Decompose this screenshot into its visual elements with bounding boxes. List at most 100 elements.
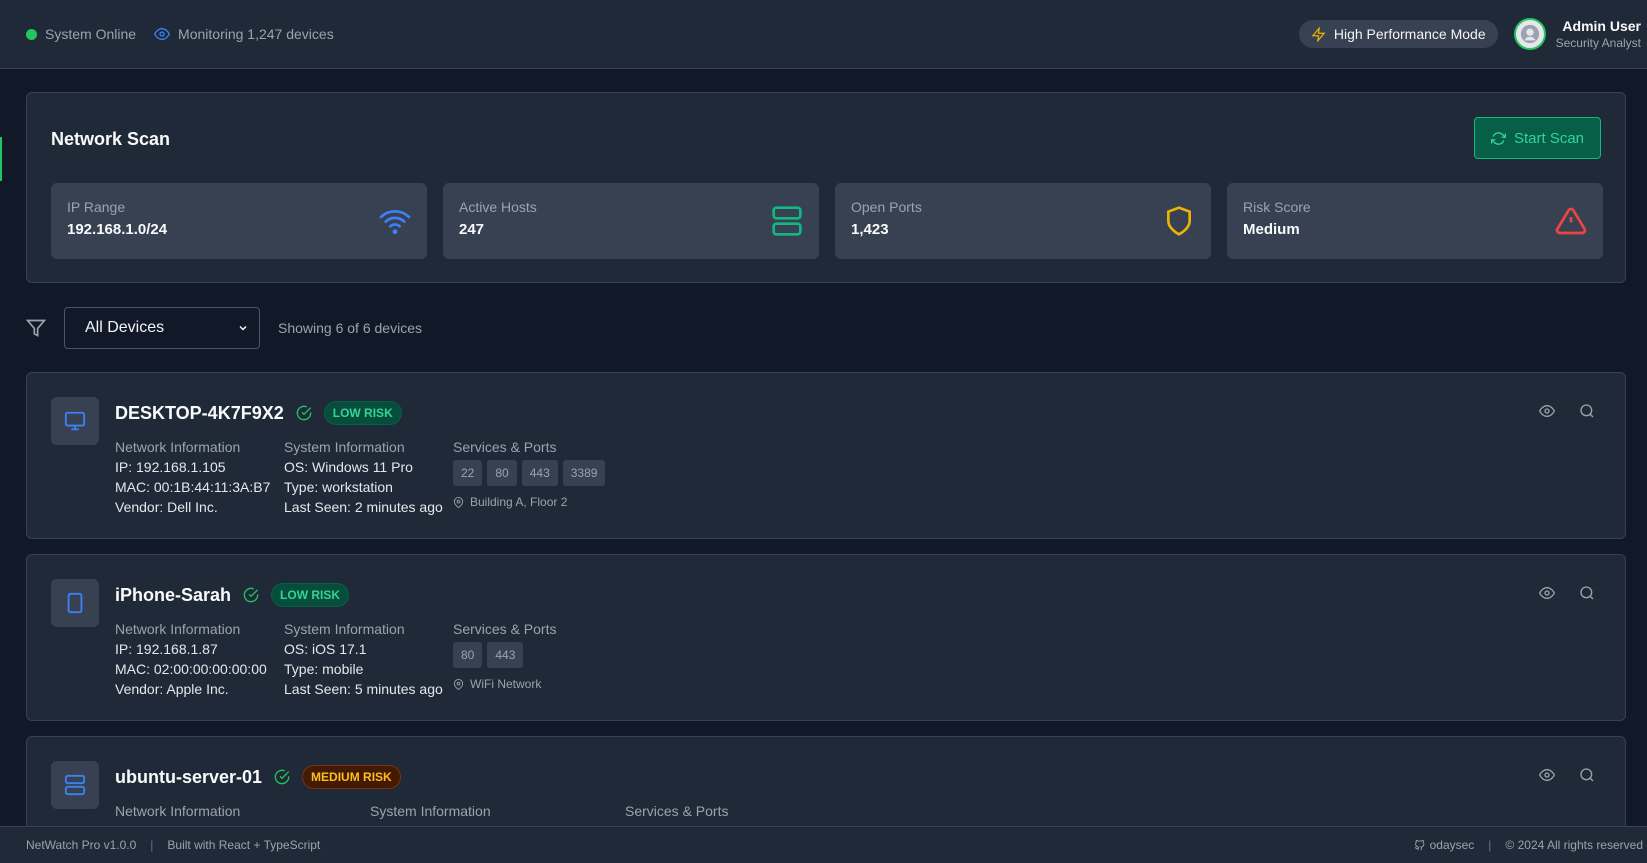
online-dot-icon (26, 28, 37, 40)
search-icon[interactable] (1579, 585, 1595, 601)
device-actions (1539, 585, 1595, 601)
device-filter-select[interactable]: All Devices (64, 307, 260, 349)
location-label: WiFi Network (470, 677, 542, 691)
last-seen: Last Seen: 2 minutes ago (284, 499, 443, 515)
services-info: Services & Ports 22 80 443 3389 Building… (453, 437, 606, 512)
port-tag: 443 (521, 460, 558, 486)
section-title: System Information (284, 439, 405, 455)
view-eye-icon[interactable] (1539, 403, 1555, 419)
refresh-icon (1490, 131, 1506, 145)
system-info: System Information OS: iOS 17.1 Type: mo… (284, 619, 443, 699)
device-actions (1539, 403, 1595, 419)
user-role: Security Analyst (1555, 36, 1641, 50)
device-name: ubuntu-server-01 (115, 766, 263, 787)
section-title: Services & Ports (625, 803, 729, 819)
risk-badge: LOW RISK (271, 583, 350, 607)
start-scan-button[interactable]: Start Scan (1474, 117, 1601, 159)
system-status: System Online (26, 26, 136, 42)
section-title: Services & Ports (453, 621, 557, 637)
port-tag: 80 (487, 460, 517, 486)
stat-value: 1,423 (851, 221, 889, 238)
lightning-icon (1311, 26, 1326, 42)
device-type-icon-box (51, 397, 99, 445)
stat-card-open-ports: Open Ports 1,423 (835, 183, 1211, 259)
device-name: DESKTOP-4K7F9X2 (115, 402, 284, 423)
mac-address: MAC: 00:1B:44:11:3A:B7 (115, 479, 271, 495)
stat-label: Risk Score (1243, 199, 1311, 215)
top-bar: System Online Monitoring 1,247 devices H… (0, 0, 1647, 69)
map-pin-icon (453, 678, 464, 690)
stat-value: 192.168.1.0/24 (67, 221, 168, 238)
map-pin-icon (453, 496, 464, 508)
view-eye-icon[interactable] (1539, 767, 1555, 783)
stat-label: Open Ports (851, 199, 922, 215)
network-info: Network Information IP: 192.168.1.105 MA… (115, 437, 270, 517)
monitor-icon (64, 411, 86, 431)
stat-value: 247 (459, 221, 485, 238)
port-tag: 3389 (562, 460, 606, 486)
section-title: Network Information (115, 803, 241, 819)
device-actions (1539, 767, 1595, 783)
risk-badge: MEDIUM RISK (302, 765, 401, 789)
server-icon (64, 774, 86, 796)
device-card[interactable]: iPhone-Sarah LOW RISK Network Informatio… (26, 554, 1626, 721)
scan-stats: IP Range 192.168.1.0/24 Active Hosts 247… (51, 183, 1603, 259)
check-circle-icon (296, 405, 312, 421)
device-card[interactable]: DESKTOP-4K7F9X2 LOW RISK Network Informa… (26, 372, 1626, 539)
location-label: Building A, Floor 2 (470, 495, 568, 509)
mac-address: MAC: 02:00:00:00:00:00 (115, 661, 267, 677)
footer: NetWatch Pro v1.0.0 | Built with React +… (0, 826, 1647, 863)
system-status-label: System Online (45, 26, 137, 42)
last-seen: Last Seen: 5 minutes ago (284, 681, 443, 697)
filter-row: All Devices Showing 6 of 6 devices (26, 307, 422, 349)
github-icon (1414, 839, 1424, 850)
device-header: iPhone-Sarah LOW RISK (115, 583, 350, 607)
system-info: System Information OS: Windows 11 Pro Ty… (284, 437, 443, 517)
topbar-right: High Performance Mode Admin User Securit… (1298, 18, 1641, 50)
stat-value: Medium (1243, 221, 1300, 238)
section-title: Network Information (115, 439, 241, 455)
copyright: © 2024 All rights reserved (1505, 838, 1643, 852)
services-info: Services & Ports 80 443 WiFi Network (453, 619, 556, 694)
divider: | (1488, 838, 1492, 852)
vendor: Vendor: Apple Inc. (115, 681, 229, 697)
device-location: WiFi Network (453, 674, 556, 694)
stat-label: IP Range (67, 199, 126, 215)
section-title: System Information (284, 621, 405, 637)
network-info: Network Information (115, 801, 240, 821)
section-title: System Information (370, 803, 491, 819)
device-location: Building A, Floor 2 (453, 492, 605, 512)
footer-right: odaysec | © 2024 All rights reserved (1414, 838, 1643, 852)
performance-mode-badge[interactable]: High Performance Mode (1298, 20, 1498, 48)
port-list: 80 443 (453, 642, 556, 668)
user-info: Admin User Security Analyst (1556, 18, 1641, 50)
search-icon[interactable] (1579, 767, 1595, 783)
os: OS: iOS 17.1 (284, 641, 367, 657)
avatar[interactable] (1513, 18, 1546, 50)
services-info: Services & Ports (625, 801, 728, 821)
app-version: NetWatch Pro v1.0.0 (26, 838, 137, 852)
check-circle-icon (274, 769, 290, 785)
user-name: Admin User (1562, 18, 1641, 34)
device-type: Type: workstation (284, 479, 393, 495)
port-tag: 443 (487, 642, 524, 668)
filter-icon[interactable] (26, 318, 46, 338)
footer-left: NetWatch Pro v1.0.0 | Built with React +… (26, 838, 320, 852)
section-title: Services & Ports (453, 439, 557, 455)
user-profile[interactable]: Admin User Security Analyst (1513, 18, 1641, 50)
eye-icon (154, 27, 171, 41)
port-tag: 22 (453, 460, 483, 486)
stat-label: Active Hosts (459, 199, 537, 215)
stat-card-risk-score: Risk Score Medium (1227, 183, 1603, 259)
os: OS: Windows 11 Pro (284, 459, 413, 475)
view-eye-icon[interactable] (1539, 585, 1555, 601)
github-icon (1520, 24, 1539, 44)
search-icon[interactable] (1579, 403, 1595, 419)
network-scan-panel: Network Scan Start Scan IP Range 192.168… (26, 92, 1626, 283)
device-header: ubuntu-server-01 MEDIUM RISK (115, 765, 401, 789)
check-circle-icon (243, 587, 259, 603)
author-link[interactable]: odaysec (1414, 838, 1474, 852)
device-header: DESKTOP-4K7F9X2 LOW RISK (115, 401, 402, 425)
monitoring-status: Monitoring 1,247 devices (154, 26, 334, 42)
device-filter-value: All Devices (85, 319, 165, 336)
